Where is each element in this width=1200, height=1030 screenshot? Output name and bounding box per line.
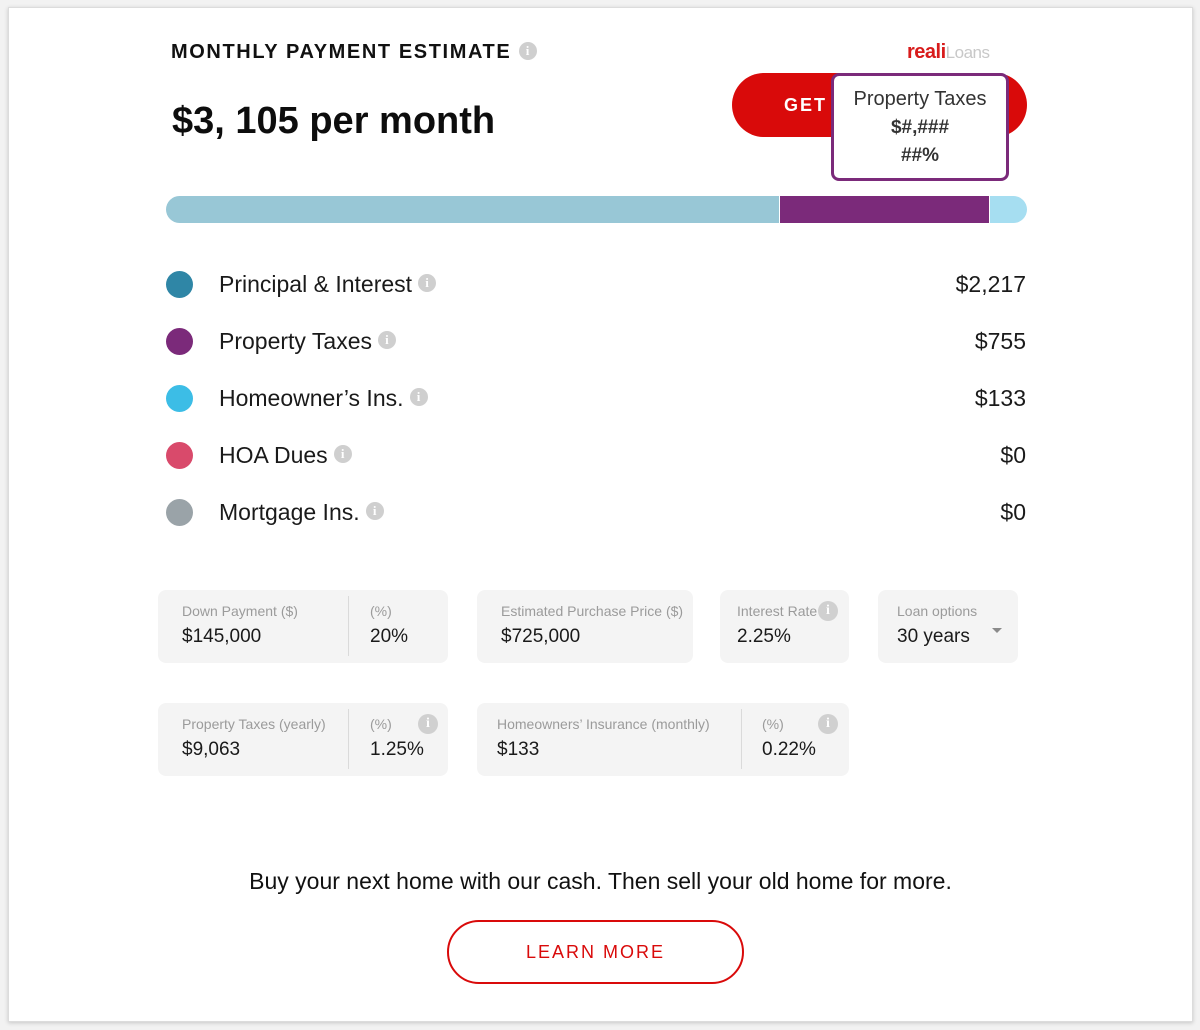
info-icon[interactable]: i: [409, 387, 428, 406]
info-icon[interactable]: i: [333, 444, 352, 463]
interest-rate-field[interactable]: Interest Rate i 2.25%: [720, 590, 849, 663]
breakdown-value: $0: [1000, 442, 1026, 468]
breakdown-label-text: Mortgage Ins.: [219, 499, 360, 525]
breakdown-value: $755: [974, 328, 1026, 354]
chevron-down-icon[interactable]: [992, 628, 1002, 633]
logo-secondary: Loans: [945, 43, 990, 62]
down-payment-label: Down Payment ($): [182, 603, 298, 619]
tooltip-percent: ##%: [900, 145, 940, 166]
info-icon[interactable]: i: [818, 601, 838, 621]
tooltip-title: Property Taxes: [853, 88, 987, 110]
loan-options-label: Loan options: [897, 603, 978, 619]
breakdown-label: Homeowner’s Ins. i: [219, 385, 428, 412]
homeowners-insurance-field[interactable]: Homeowners’ Insurance (monthly) $133 (%)…: [477, 703, 849, 776]
property-taxes-pct-input[interactable]: 1.25%: [370, 739, 424, 761]
insurance-input[interactable]: $133: [497, 739, 539, 761]
down-payment-field[interactable]: Down Payment ($) $145,000 (%) 20%: [158, 590, 448, 663]
down-payment-input[interactable]: $145,000: [182, 626, 261, 648]
promo-tagline: Buy your next home with our cash. Then s…: [249, 868, 952, 894]
property-taxes-tooltip: Property Taxes $#,### ##%: [831, 73, 1009, 181]
property-taxes-input[interactable]: $9,063: [182, 739, 240, 761]
breakdown-label-text: Principal & Interest: [219, 271, 413, 297]
homeowners-ins-color-dot: [166, 385, 193, 412]
bar-segment-principal[interactable]: [166, 196, 780, 223]
breakdown-label-text: Homeowner’s Ins.: [219, 385, 404, 411]
breakdown-value: $0: [1000, 499, 1026, 525]
info-icon[interactable]: i: [377, 330, 396, 349]
insurance-pct-label: (%): [762, 716, 784, 732]
mortgage-ins-color-dot: [166, 499, 193, 526]
breakdown-row-property-taxes: Property Taxes i $755: [166, 320, 1026, 377]
breakdown-label-text: HOA Dues: [219, 442, 328, 468]
down-payment-pct-label: (%): [370, 603, 392, 619]
breakdown-label-text: Property Taxes: [219, 328, 372, 354]
section-title: MONTHLY PAYMENT ESTIMATE i: [171, 41, 538, 64]
info-icon[interactable]: i: [519, 41, 538, 60]
insurance-pct-input[interactable]: 0.22%: [762, 739, 816, 761]
property-taxes-label: Property Taxes (yearly): [182, 716, 326, 732]
info-icon[interactable]: i: [818, 714, 838, 734]
field-divider: [741, 709, 742, 769]
bar-segment-insurance[interactable]: [989, 196, 1027, 223]
loan-options-value[interactable]: 30 years: [897, 626, 970, 648]
breakdown-row-hoa-dues: HOA Dues i $0: [166, 434, 1026, 491]
principal-color-dot: [166, 271, 193, 298]
breakdown-row-mortgage-ins: Mortgage Ins. i $0: [166, 491, 1026, 548]
breakdown-label: Principal & Interest i: [219, 271, 437, 298]
reali-loans-logo: realiLoans: [907, 41, 990, 64]
insurance-label: Homeowners’ Insurance (monthly): [497, 716, 710, 732]
payment-breakdown-bar: [166, 196, 1027, 223]
field-divider: [348, 596, 349, 656]
purchase-price-input[interactable]: $725,000: [501, 626, 580, 648]
property-taxes-color-dot: [166, 328, 193, 355]
loan-options-select[interactable]: Loan options 30 years: [878, 590, 1018, 663]
breakdown-value: $133: [974, 385, 1026, 411]
tooltip-amount: $#,###: [890, 117, 950, 138]
breakdown-label: Property Taxes i: [219, 328, 396, 355]
breakdown-row-principal: Principal & Interest i $2,217: [166, 263, 1026, 320]
breakdown-list: Principal & Interest i $2,217 Property Ta…: [166, 263, 1026, 548]
section-title-text: MONTHLY PAYMENT ESTIMATE: [171, 41, 512, 63]
field-divider: [348, 709, 349, 769]
bar-segment-property-taxes[interactable]: [779, 196, 990, 223]
learn-more-button[interactable]: LEARN MORE: [447, 920, 744, 984]
property-taxes-field[interactable]: Property Taxes (yearly) $9,063 (%) i 1.2…: [158, 703, 448, 776]
breakdown-row-homeowners-ins: Homeowner’s Ins. i $133: [166, 377, 1026, 434]
interest-rate-input[interactable]: 2.25%: [737, 626, 791, 648]
property-taxes-pct-label: (%): [370, 716, 392, 732]
info-icon[interactable]: i: [418, 273, 437, 292]
monthly-amount: $3, 105 per month: [172, 100, 496, 142]
logo-primary: reali: [907, 41, 946, 63]
breakdown-label: Mortgage Ins. i: [219, 499, 384, 526]
hoa-dues-color-dot: [166, 442, 193, 469]
breakdown-label: HOA Dues i: [219, 442, 352, 469]
purchase-price-label: Estimated Purchase Price ($): [501, 603, 684, 619]
info-icon[interactable]: i: [418, 714, 438, 734]
payment-card: MONTHLY PAYMENT ESTIMATE i realiLoans $3,…: [8, 7, 1193, 1022]
down-payment-pct-input[interactable]: 20%: [370, 626, 408, 648]
info-icon[interactable]: i: [365, 501, 384, 520]
interest-rate-label: Interest Rate: [737, 603, 818, 619]
breakdown-value: $2,217: [955, 271, 1026, 297]
purchase-price-field[interactable]: Estimated Purchase Price ($) $725,000: [477, 590, 693, 663]
